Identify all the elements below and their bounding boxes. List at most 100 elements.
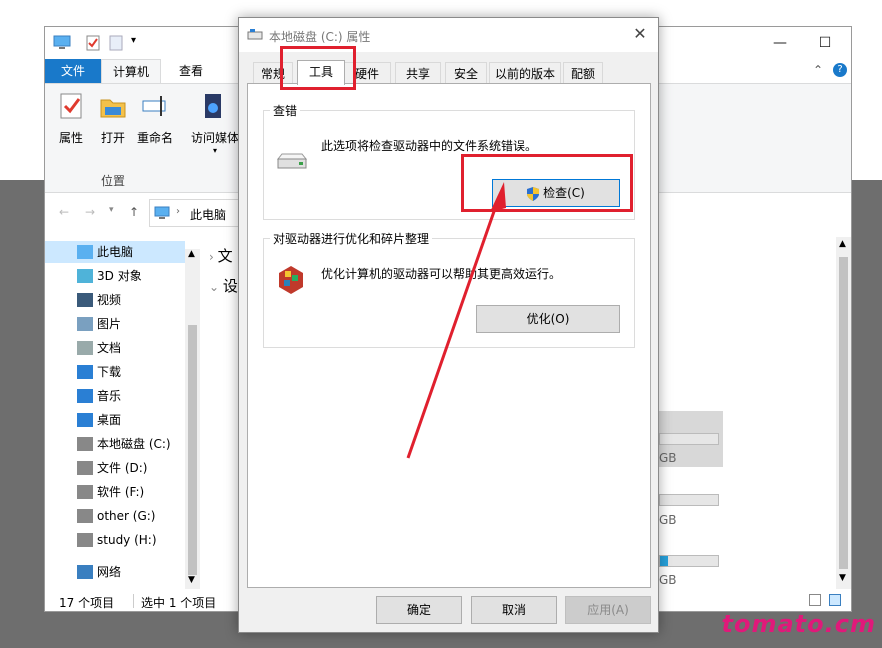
tab-5[interactable]: 以前的版本 bbox=[489, 62, 561, 84]
sidebar-item-label: 网络 bbox=[97, 565, 122, 579]
rename-icon bbox=[142, 96, 166, 116]
apply-button[interactable]: 应用(A) bbox=[565, 596, 651, 624]
sidebar-item[interactable]: other (G:) bbox=[45, 505, 185, 527]
optimize-button[interactable]: 优化(O) bbox=[476, 305, 620, 333]
tab-6[interactable]: 配额 bbox=[563, 62, 603, 84]
back-icon[interactable]: ← bbox=[59, 205, 69, 219]
scrollbar-thumb[interactable] bbox=[188, 325, 197, 575]
scroll-up-icon[interactable]: ▲ bbox=[188, 249, 195, 259]
section-header[interactable]: ⌄ 设 bbox=[209, 275, 238, 296]
chevron-down-icon[interactable]: ▾ bbox=[109, 205, 114, 215]
cancel-button[interactable]: 取消 bbox=[471, 596, 557, 624]
tab-3[interactable]: 共享 bbox=[395, 62, 441, 84]
sidebar-item[interactable]: 网络 bbox=[45, 561, 185, 583]
properties-quick-icon[interactable] bbox=[85, 35, 101, 51]
sidebar-item-label: 此电脑 bbox=[97, 245, 134, 259]
content-scrollbar[interactable]: ▲ ▼ bbox=[836, 237, 851, 589]
sidebar-item-label: 本地磁盘 (C:) bbox=[97, 437, 171, 451]
ribbon-collapse-icon[interactable]: ⌃ bbox=[813, 63, 823, 77]
drive-icon bbox=[77, 485, 93, 499]
properties-icon bbox=[60, 93, 82, 119]
drive-icon bbox=[77, 533, 93, 547]
section-header[interactable]: › 文 bbox=[209, 245, 233, 266]
sidebar-item-label: 3D 对象 bbox=[97, 269, 142, 283]
tab-view[interactable]: 查看 bbox=[169, 59, 213, 83]
optimize-label: 对驱动器进行优化和碎片整理 bbox=[270, 230, 433, 247]
tab-1[interactable]: 工具 bbox=[297, 60, 345, 85]
open-folder-icon bbox=[100, 99, 126, 118]
up-icon[interactable]: ↑ bbox=[129, 205, 139, 219]
dialog-tabs: 常规 工具 硬件 共享 安全 以前的版本 配额 bbox=[247, 60, 652, 85]
optimize-group: 对驱动器进行优化和碎片整理 优化计算机的驱动器可以帮助其更高效运行。 优化(O) bbox=[263, 230, 635, 348]
sidebar-item[interactable]: 下载 bbox=[45, 361, 185, 383]
scroll-up-icon[interactable]: ▲ bbox=[839, 239, 846, 249]
sidebar-item[interactable]: 桌面 bbox=[45, 409, 185, 431]
sidebar-item[interactable]: 图片 bbox=[45, 313, 185, 335]
ribbon-group-label: 位置 bbox=[101, 174, 126, 188]
tab-file[interactable]: 文件 bbox=[45, 59, 101, 83]
rename-label: 重命名 bbox=[136, 131, 173, 145]
open-label: 打开 bbox=[100, 131, 125, 145]
videos-icon bbox=[77, 293, 93, 307]
desktop-icon bbox=[77, 413, 93, 427]
downloads-icon bbox=[77, 365, 93, 379]
error-check-text: 此选项将检查驱动器中的文件系统错误。 bbox=[321, 139, 538, 153]
details-view-icon[interactable] bbox=[809, 594, 821, 606]
computer-icon[interactable] bbox=[53, 35, 71, 51]
chevron-down-icon[interactable]: ▾ bbox=[131, 35, 136, 51]
drive-size-text: GB bbox=[659, 451, 677, 465]
chevron-right-icon: › bbox=[176, 206, 180, 217]
3d-objects-icon bbox=[77, 269, 93, 283]
sidebar-item[interactable]: study (H:) bbox=[45, 529, 185, 551]
open-button[interactable]: 打开 bbox=[91, 92, 135, 146]
pictures-icon bbox=[77, 317, 93, 331]
sidebar-item[interactable]: 此电脑 bbox=[45, 241, 185, 263]
network-icon bbox=[77, 565, 93, 579]
properties-label: 属性 bbox=[58, 131, 83, 145]
large-icons-view-icon[interactable] bbox=[829, 594, 841, 606]
sidebar-item-label: 图片 bbox=[97, 317, 122, 331]
dialog-title: 本地磁盘 (C:) 属性 bbox=[269, 30, 371, 44]
watermark: tomato.cm bbox=[721, 610, 876, 638]
help-icon[interactable]: ? bbox=[833, 63, 847, 77]
sidebar-item-label: 视频 bbox=[97, 293, 122, 307]
scrollbar-thumb[interactable] bbox=[839, 257, 848, 569]
access-media-label: 访问媒体 bbox=[190, 131, 239, 145]
sidebar-item[interactable]: 本地磁盘 (C:) bbox=[45, 433, 185, 455]
address-text: 此电脑 bbox=[190, 208, 227, 222]
drive-usage-fill bbox=[660, 556, 668, 566]
sidebar-item-label: 音乐 bbox=[97, 389, 122, 403]
sidebar-item[interactable]: 3D 对象 bbox=[45, 265, 185, 287]
drive-icon bbox=[77, 509, 93, 523]
forward-icon[interactable]: → bbox=[85, 205, 95, 219]
chevron-down-icon: ⌄ bbox=[209, 280, 223, 294]
scroll-down-icon[interactable]: ▼ bbox=[839, 573, 846, 583]
tab-4[interactable]: 安全 bbox=[445, 62, 487, 84]
sidebar-item[interactable]: 文档 bbox=[45, 337, 185, 359]
close-icon[interactable]: ✕ bbox=[630, 24, 650, 44]
tab-computer[interactable]: 计算机 bbox=[101, 59, 161, 83]
sidebar-item[interactable]: 软件 (F:) bbox=[45, 481, 185, 503]
chevron-down-icon: ▾ bbox=[212, 146, 217, 155]
access-media-icon bbox=[205, 94, 221, 118]
ok-button[interactable]: 确定 bbox=[376, 596, 462, 624]
minimize-icon[interactable]: — bbox=[757, 31, 803, 55]
navigation-scrollbar[interactable]: ▲ ▼ bbox=[185, 249, 200, 589]
drive-size-text: GB bbox=[659, 513, 677, 527]
properties-button[interactable]: 属性 bbox=[49, 92, 93, 146]
drive-usage-bar bbox=[659, 555, 719, 567]
rename-button[interactable]: 重命名 bbox=[133, 92, 177, 146]
maximize-icon[interactable]: ☐ bbox=[802, 31, 848, 55]
sidebar-item-label: 桌面 bbox=[97, 413, 122, 427]
scroll-down-icon[interactable]: ▼ bbox=[188, 575, 195, 585]
sidebar-item[interactable]: 视频 bbox=[45, 289, 185, 311]
sidebar-item[interactable]: 文件 (D:) bbox=[45, 457, 185, 479]
properties-dialog: 本地磁盘 (C:) 属性 ✕ 常规 工具 硬件 共享 安全 以前的版本 配额 查错 此选项将… bbox=[238, 17, 659, 633]
sidebar-item-label: other (G:) bbox=[97, 509, 156, 523]
this-pc-icon bbox=[77, 245, 93, 259]
new-folder-quick-icon[interactable] bbox=[109, 35, 123, 51]
drive-icon bbox=[77, 461, 93, 475]
sidebar-item[interactable]: 音乐 bbox=[45, 385, 185, 407]
documents-icon bbox=[77, 341, 93, 355]
access-media-button[interactable]: 访问媒体 ▾ bbox=[189, 92, 241, 155]
